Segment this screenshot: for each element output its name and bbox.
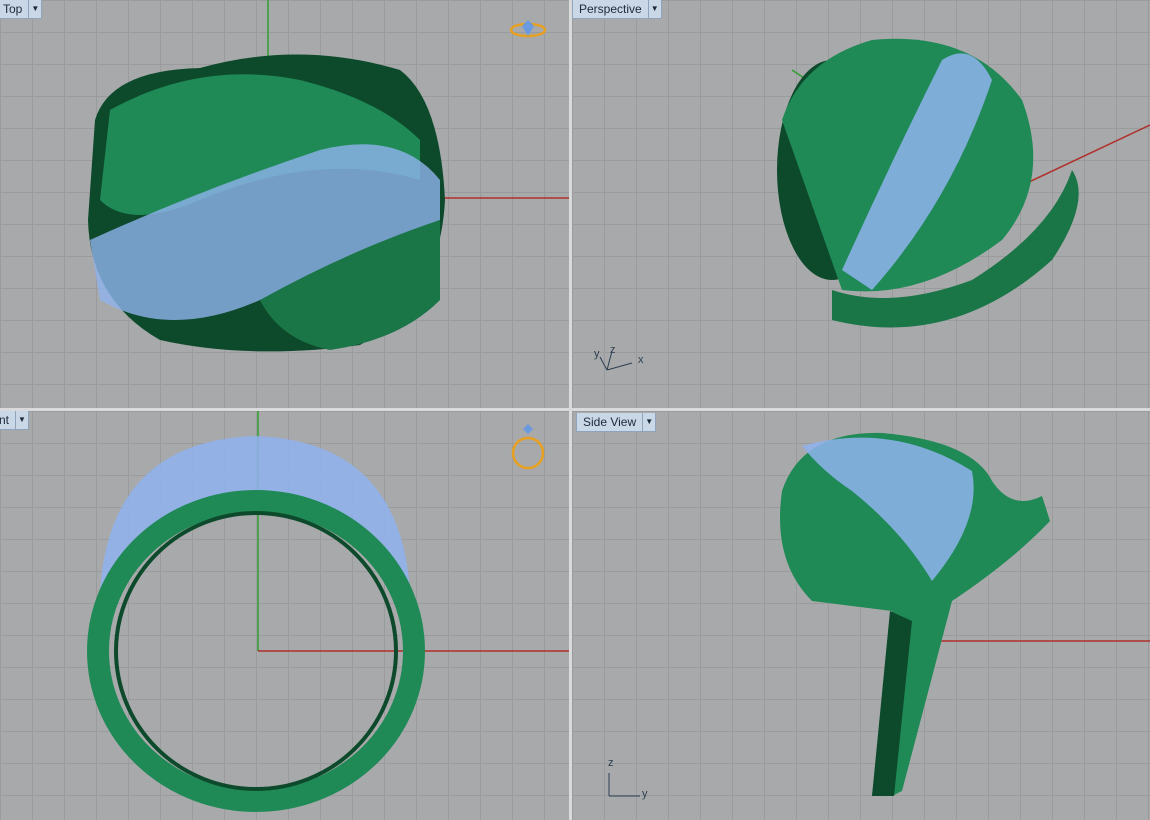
viewport-label-perspective: Perspective bbox=[579, 2, 642, 16]
axis-label-z: z bbox=[608, 757, 614, 769]
ring-top-render bbox=[88, 0, 569, 352]
viewport-splitter-horizontal[interactable] bbox=[0, 408, 1150, 411]
axis-label-x: x bbox=[638, 354, 644, 366]
viewport-perspective[interactable]: Perspective ▼ x y z bbox=[572, 0, 1150, 408]
viewport-dropdown-icon[interactable]: ▼ bbox=[28, 0, 41, 18]
viewport-dropdown-icon[interactable]: ▼ bbox=[642, 413, 655, 431]
axis-label-z: z bbox=[610, 344, 616, 356]
viewport-tab-top[interactable]: Top ▼ bbox=[0, 0, 43, 19]
viewport-dropdown-icon[interactable]: ▼ bbox=[647, 0, 661, 18]
ring-side-render bbox=[780, 432, 1150, 796]
ring-widget-icon[interactable] bbox=[508, 421, 548, 471]
ring-gem-widget-icon[interactable] bbox=[508, 15, 548, 45]
viewport-tab-perspective[interactable]: Perspective ▼ bbox=[572, 0, 662, 19]
viewport-front[interactable]: Front ▼ bbox=[0, 411, 569, 820]
ring-perspective-render bbox=[777, 38, 1150, 328]
viewport-top[interactable]: Top ▼ bbox=[0, 0, 569, 408]
viewport-label-top: Top bbox=[3, 2, 23, 16]
viewport-dropdown-icon[interactable]: ▼ bbox=[15, 411, 28, 429]
axis-label-y: y bbox=[594, 348, 600, 360]
axis-label-y: y bbox=[642, 788, 648, 800]
viewport-label-side: Side View bbox=[583, 415, 637, 429]
viewport-tab-front[interactable]: Front ▼ bbox=[0, 411, 30, 430]
ring-front-render bbox=[87, 411, 569, 812]
viewport-label-front: Front bbox=[0, 413, 10, 427]
viewport-tab-side[interactable]: Side View ▼ bbox=[576, 413, 657, 432]
viewport-side[interactable]: Side View ▼ z y bbox=[572, 411, 1150, 820]
